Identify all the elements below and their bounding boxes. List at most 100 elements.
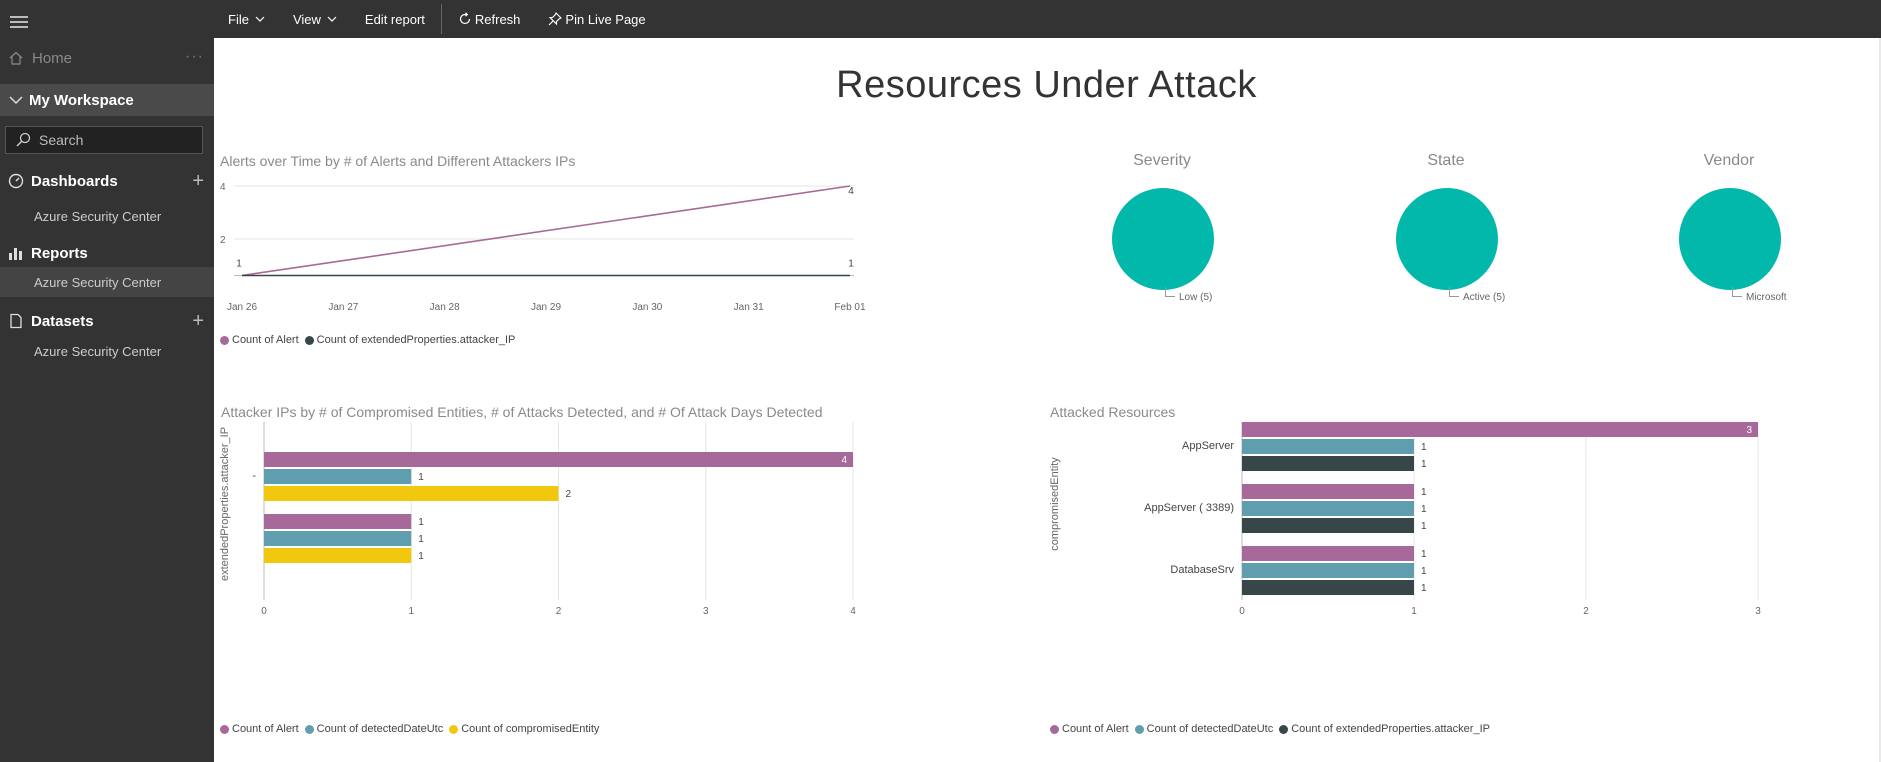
attacker-ip-chart-legend: Count of Alert Count of detectedDateUtc …	[220, 723, 605, 735]
sidebar-item-dataset[interactable]: Azure Security Center	[0, 336, 214, 366]
data-label: 1	[1421, 487, 1427, 498]
refresh-icon	[459, 12, 470, 25]
data-label: 4	[848, 186, 854, 197]
legend-swatch	[220, 335, 229, 345]
y-axis-label: extendedProperties.attacker_IP	[219, 427, 231, 581]
pie-leader-line	[1732, 287, 1742, 297]
report-title: Resources Under Attack	[836, 64, 1257, 106]
legend-label: Count of compromisedEntity	[461, 723, 600, 735]
pin-live-page-label: Pin Live Page	[565, 11, 646, 27]
add-dashboard-icon[interactable]: +	[192, 171, 204, 191]
data-label: 1	[1421, 566, 1427, 577]
sidebar-section-label: Datasets	[31, 312, 94, 330]
bar	[264, 486, 559, 501]
data-label: 1	[1421, 442, 1427, 453]
bar	[1242, 518, 1414, 533]
legend-item[interactable]: Count of Alert	[220, 723, 299, 735]
y-axis-label: compromisedEntity	[1049, 457, 1061, 551]
data-label: 2	[566, 489, 572, 500]
data-label: 1	[418, 517, 424, 528]
chevron-down-icon	[327, 16, 337, 22]
pie-leader-line	[1165, 287, 1175, 297]
attacked-resources-bar-chart[interactable]: 0 1 2 3 compromisedEntity 3 1 1 AppServer 1 1 1 AppS…	[1044, 422, 1879, 752]
hamburger-menu-icon[interactable]	[10, 16, 28, 30]
attacked-resources-chart-legend: Count of Alert Count of detectedDateUtc …	[1050, 723, 1496, 735]
legend-item[interactable]: Count of extendedProperties.attacker_IP	[304, 334, 516, 346]
bar	[1242, 456, 1414, 471]
dashboard-gauge-icon	[8, 173, 24, 189]
data-label: 1	[1421, 549, 1427, 560]
x-tick-label: Jan 31	[734, 302, 764, 313]
legend-item[interactable]: Count of Alert	[220, 334, 299, 346]
pin-live-page-button[interactable]: Pin Live Page	[534, 0, 659, 38]
legend-item[interactable]: Count of Alert	[1050, 723, 1129, 735]
line-chart-title: Alerts over Time by # of Alerts and Diff…	[220, 153, 576, 169]
edit-report-button[interactable]: Edit report	[351, 0, 439, 38]
more-options-icon[interactable]: ···	[185, 48, 204, 66]
pie-chart-state[interactable]	[1396, 188, 1498, 290]
bar	[264, 548, 412, 563]
legend-item[interactable]: Count of compromisedEntity	[449, 723, 599, 735]
bar	[1242, 563, 1414, 578]
bar	[264, 469, 412, 484]
x-tick-label: 1	[1411, 606, 1417, 617]
legend-swatch	[220, 724, 229, 734]
data-label: 1	[418, 551, 424, 562]
view-menu-button[interactable]: View	[279, 0, 351, 38]
legend-label: Count of Alert	[1062, 723, 1129, 735]
sidebar-item-label: Azure Security Center	[34, 274, 162, 290]
sidebar-item-label: Azure Security Center	[34, 343, 162, 359]
view-menu-label: View	[292, 11, 321, 27]
pie-label-vendor: Microsoft	[1746, 292, 1787, 303]
legend-swatch	[1050, 724, 1059, 734]
pin-icon	[549, 12, 563, 26]
search-box[interactable]	[5, 126, 203, 154]
pie-chart-severity[interactable]	[1112, 188, 1214, 290]
sidebar-section-datasets[interactable]: Datasets +	[0, 310, 214, 332]
sidebar-item-report[interactable]: Azure Security Center	[0, 267, 214, 297]
legend-label: Count of extendedProperties.attacker_IP	[316, 334, 516, 346]
bar	[1242, 546, 1414, 561]
y-tick-label: -	[252, 470, 256, 482]
sidebar-item-my-workspace[interactable]: My Workspace	[0, 84, 214, 116]
document-icon	[10, 313, 22, 329]
attacker-ip-bar-chart[interactable]: 0 1 2 3 4 extendedProperties.attacker_IP 4 1 2 - 1…	[214, 422, 1044, 752]
pie-chart-vendor[interactable]	[1679, 188, 1781, 290]
data-label: 3	[1746, 425, 1752, 436]
x-tick-label: Jan 30	[632, 302, 662, 313]
add-dataset-icon[interactable]: +	[192, 311, 204, 331]
bar	[1242, 580, 1414, 595]
home-icon	[9, 51, 23, 65]
sidebar-item-dashboard[interactable]: Azure Security Center	[0, 201, 214, 231]
edit-report-label: Edit report	[364, 11, 425, 27]
data-label: 4	[841, 455, 847, 466]
legend-label: Count of Alert	[232, 334, 299, 346]
x-tick-label: 4	[850, 606, 856, 617]
pie-title-severity: Severity	[1133, 152, 1191, 169]
x-tick-label: Jan 29	[531, 302, 561, 313]
legend-item[interactable]: Count of detectedDateUtc	[304, 723, 444, 735]
data-label: 1	[418, 472, 424, 483]
search-icon	[16, 132, 31, 147]
legend-swatch	[1279, 724, 1289, 734]
refresh-button[interactable]: Refresh	[444, 0, 535, 38]
file-menu-button[interactable]: File	[214, 0, 279, 38]
legend-item[interactable]: Count of detectedDateUtc	[1134, 723, 1273, 735]
legend-label: Count of Alert	[232, 723, 299, 735]
sidebar-section-reports[interactable]: Reports	[0, 242, 214, 264]
x-tick-label: Jan 26	[227, 302, 257, 313]
search-input[interactable]	[39, 132, 189, 148]
line-chart[interactable]: 2 4 Jan 26 Jan 27 Jan 28 Jan 29 Jan 30 Jan 31 Fe…	[214, 168, 1044, 333]
data-label: 1	[418, 534, 424, 545]
legend-label: Count of detectedDateUtc	[316, 723, 444, 735]
data-label: 1	[236, 259, 242, 270]
chevron-down-icon	[9, 96, 23, 105]
top-toolbar: File View Edit report Refresh Pin Live P…	[214, 0, 1881, 38]
bar	[1242, 484, 1414, 499]
sidebar-item-home[interactable]: Home ···	[0, 48, 214, 68]
data-label: 1	[1421, 459, 1427, 470]
x-tick-label: 2	[1583, 606, 1589, 617]
sidebar-section-dashboards[interactable]: Dashboards +	[0, 170, 214, 192]
legend-item[interactable]: Count of extendedProperties.attacker_IP	[1279, 723, 1490, 735]
attacker-ip-chart-title: Attacker IPs by # of Compromised Entitie…	[221, 404, 823, 420]
